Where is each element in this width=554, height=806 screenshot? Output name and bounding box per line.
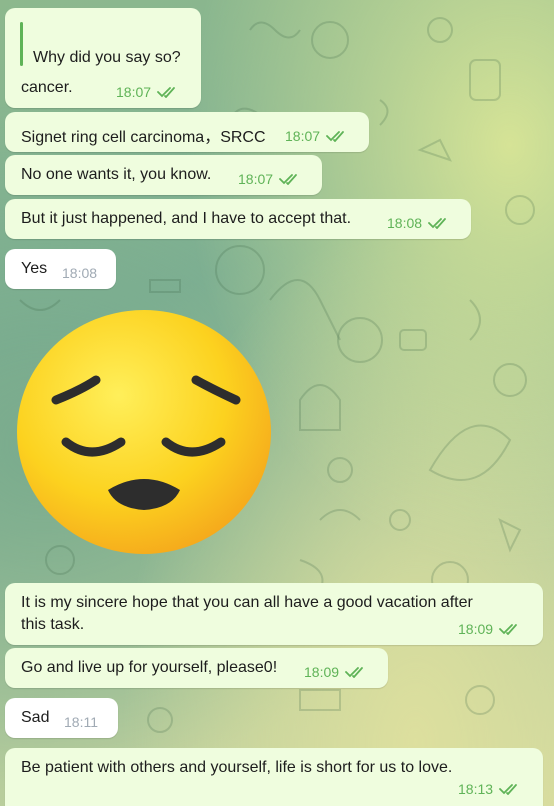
double-check-icon (345, 667, 363, 678)
message-meta: 18:11 (64, 714, 98, 730)
double-check-icon (157, 87, 175, 98)
message-meta: 18:08 (387, 215, 450, 231)
message-text: Signet ring cell carcinoma，SRCC (21, 129, 266, 146)
message-text: Be patient with others and yourself, lif… (21, 759, 453, 776)
message-text: Sad (21, 709, 50, 726)
message-time: 18:13 (458, 781, 494, 797)
double-check-icon (499, 784, 517, 795)
message-meta: 18:09 (304, 664, 367, 680)
message-meta: 18:08 (62, 265, 97, 281)
double-check-icon (428, 218, 446, 229)
reply-quote-bar (20, 22, 23, 66)
message-text: No one wants it, you know. (21, 166, 212, 183)
message-text: Go and live up for yourself, please0! (21, 659, 278, 676)
double-check-icon (279, 174, 297, 185)
message-bubble[interactable]: But it just happened, and I have to acce… (5, 199, 471, 239)
message-meta: 18:13 (458, 781, 521, 797)
message-meta: 18:09 (458, 621, 521, 637)
message-bubble[interactable]: It is my sincere hope that you can all h… (5, 583, 543, 645)
message-list[interactable]: Why did you say so? cancer. 18:07 Signet… (0, 0, 554, 806)
message-text-line-1: It is my sincere hope that you can all h… (21, 594, 473, 611)
message-text: cancer. (21, 79, 73, 96)
message-time: 18:07 (238, 171, 274, 187)
message-text-line-2: this task. (21, 616, 85, 633)
message-bubble[interactable]: Why did you say so? cancer. 18:07 (5, 8, 201, 108)
message-bubble[interactable]: Yes 18:08 (5, 249, 116, 289)
message-text: But it just happened, and I have to acce… (21, 210, 352, 227)
message-bubble[interactable]: No one wants it, you know. 18:07 (5, 155, 322, 195)
message-time: 18:09 (458, 621, 494, 637)
reply-quote-text[interactable]: Why did you say so? (33, 49, 181, 67)
message-bubble[interactable]: Go and live up for yourself, please0! 18… (5, 648, 388, 688)
message-meta: 18:07 (285, 128, 348, 144)
message-time: 18:08 (62, 265, 98, 281)
message-text: Yes (21, 260, 48, 277)
message-time: 18:07 (116, 84, 152, 100)
message-time: 18:08 (387, 215, 423, 231)
message-meta: 18:07 (116, 84, 179, 100)
double-check-icon (326, 131, 344, 142)
message-time: 18:07 (285, 128, 321, 144)
double-check-icon (499, 624, 517, 635)
message-time: 18:11 (64, 714, 98, 730)
message-bubble[interactable]: Signet ring cell carcinoma，SRCC 18:07 (5, 112, 369, 152)
message-bubble[interactable]: Sad 18:11 (5, 698, 118, 738)
message-bubble[interactable]: Be patient with others and yourself, lif… (5, 748, 543, 806)
message-meta: 18:07 (238, 171, 301, 187)
pensive-face-emoji-icon[interactable] (16, 308, 272, 558)
message-time: 18:09 (304, 664, 340, 680)
